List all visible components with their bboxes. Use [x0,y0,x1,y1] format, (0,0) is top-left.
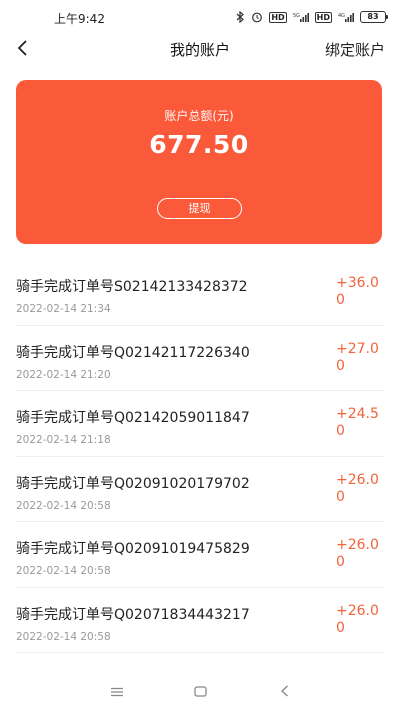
status-time: 上午9:42 [54,12,105,26]
hd-icon: HD [269,11,287,23]
transaction-amount: +24.50 [336,406,379,439]
transaction-title: 骑手完成订单号Q02071834443217 [16,606,250,623]
status-icons: HD 5G HD 4G 83 [236,9,388,25]
transaction-time: 2022-02-14 20:58 [16,565,111,577]
transaction-amount: +26.00 [336,471,379,505]
transaction-title: 骑手完成订单号S02142133428372 [16,279,248,295]
network-4g-label: 4G [338,13,345,19]
transaction-amount: +26.00 [336,602,379,636]
signal-icon-2: 4G [338,12,354,23]
transaction-row[interactable]: 骑手完成订单号S02142133428372 2022-02-14 21:34 … [16,260,384,326]
transaction-amount: +27.00 [336,340,379,374]
hd-icon-2: HD [314,11,332,23]
transaction-time: 2022-02-14 21:18 [16,434,111,446]
battery-icon: 83 [360,11,388,23]
transaction-row[interactable]: 骑手完成订单号Q02142117226340 2022-02-14 21:20 … [16,326,384,391]
transaction-title: 骑手完成订单号Q02142117226340 [16,344,250,361]
transaction-time: 2022-02-14 21:20 [16,368,111,381]
balance-amount: 677.50 [149,130,249,159]
system-menu-button[interactable] [107,681,127,701]
chevron-left-icon [16,39,28,61]
system-back-button[interactable] [274,681,294,701]
network-5g-label: 5G [293,13,300,19]
withdraw-button[interactable]: 提现 [157,198,242,219]
transaction-title: 骑手完成订单号Q02091020179702 [16,475,250,492]
status-bar: 上午9:42 HD 5G HD 4G 83 [0,0,400,34]
home-square-icon [193,682,207,701]
transaction-time: 2022-02-14 21:34 [16,303,111,315]
transaction-title: 骑手完成订单号Q02091019475829 [16,541,250,557]
menu-icon [110,682,124,701]
system-nav-bar [0,671,400,711]
balance-label: 账户总额(元) [164,109,234,123]
alarm-icon [251,11,263,23]
transaction-row[interactable]: 骑手完成订单号Q02142059011847 2022-02-14 21:18 … [16,391,384,457]
transaction-amount: +36.00 [336,275,379,308]
nav-bar: 我的账户 绑定账户 [0,34,400,66]
transaction-amount: +26.00 [336,537,379,570]
transaction-row[interactable]: 骑手完成订单号Q02091020179702 2022-02-14 20:58 … [16,457,384,522]
bind-account-button[interactable]: 绑定账户 [325,39,385,60]
back-button[interactable] [8,36,36,64]
signal-icon: 5G [293,12,309,23]
back-triangle-icon [280,682,289,701]
transaction-row[interactable]: 骑手完成订单号Q02071834443217 2022-02-14 20:58 … [16,588,384,653]
transaction-row[interactable]: 骑手完成订单号Q02091019475829 2022-02-14 20:58 … [16,522,384,588]
transaction-title: 骑手完成订单号Q02142059011847 [16,410,250,426]
balance-card: 账户总额(元) 677.50 提现 [16,80,382,244]
transaction-time: 2022-02-14 20:58 [16,630,111,643]
transaction-time: 2022-02-14 20:58 [16,499,111,512]
transaction-list: 骑手完成订单号S02142133428372 2022-02-14 21:34 … [0,260,400,653]
bluetooth-icon [236,11,245,23]
system-home-button[interactable] [190,681,210,701]
